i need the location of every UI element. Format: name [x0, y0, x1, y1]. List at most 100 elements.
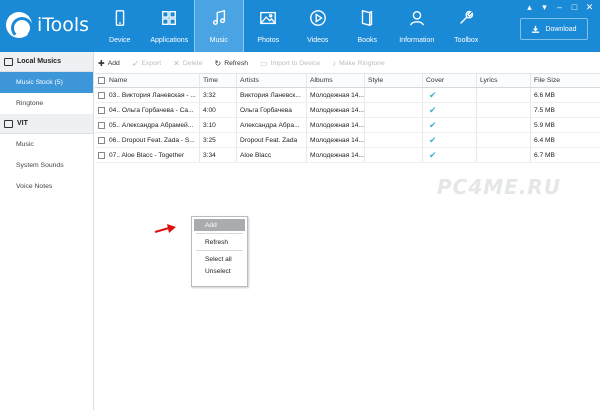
check-icon: ✔ [429, 119, 437, 130]
minimize-icon[interactable]: – [555, 2, 564, 13]
cell-time: 3:25 [203, 136, 216, 144]
nav-toolbox[interactable]: Toolbox [442, 0, 492, 52]
skin-icon[interactable]: ▴ [525, 2, 534, 13]
close-icon[interactable]: ✕ [585, 2, 594, 13]
cell-size: 6.6 MB [534, 91, 555, 99]
cell-name: 05.. Александра Абрамей... [109, 121, 194, 129]
cell-artist: Александра Абра... [240, 121, 300, 129]
column-album[interactable]: Albums [307, 74, 365, 87]
book-icon [357, 8, 377, 28]
column-style[interactable]: Style [365, 74, 423, 87]
nav-label: Information [399, 37, 435, 44]
import-icon: ▭ [260, 58, 268, 68]
cell-time: 3:10 [203, 121, 216, 129]
red-arrow-icon [154, 224, 176, 233]
context-menu-select-all[interactable]: Select all [192, 253, 247, 265]
toolbar: ✚ Add ➶ Export ✕ Delete ↻ Refresh ▭ Impo… [95, 55, 600, 71]
import-label: Import to Device [270, 59, 321, 67]
column-cover[interactable]: Cover [423, 74, 477, 87]
export-label: Export [141, 59, 162, 67]
add-label: Add [107, 59, 120, 67]
row-checkbox[interactable] [98, 91, 105, 99]
computer-icon [4, 57, 13, 66]
nav-label: Toolbox [454, 37, 479, 44]
bell-icon: ♪ [332, 58, 337, 68]
itools-logo-icon [6, 12, 33, 39]
cell-time: 3:32 [203, 91, 216, 99]
maximize-icon[interactable]: □ [570, 2, 579, 13]
row-checkbox[interactable] [98, 121, 105, 129]
column-name[interactable]: Name [95, 74, 200, 87]
add-button[interactable]: ✚ Add [98, 59, 120, 68]
nav-label: Videos [307, 37, 329, 44]
sidebar-section-vit[interactable]: VIT [0, 114, 93, 134]
cell-name: 07.. Aloe Blacc - Together [109, 151, 185, 159]
check-icon: ✔ [429, 149, 437, 160]
row-checkbox[interactable] [98, 151, 105, 159]
cell-album: Молодежная 14... [310, 91, 364, 99]
context-menu-add[interactable]: Add [194, 219, 245, 231]
table-row[interactable]: 04.. Ольга Горбачева - Са... 4:00 Ольга … [95, 103, 600, 118]
column-label: Time [203, 77, 218, 84]
column-time[interactable]: Time [200, 74, 237, 87]
sidebar-item-label: Voice Notes [16, 183, 53, 190]
sidebar-item-label: Music Stock (5) [16, 79, 63, 86]
refresh-icon: ↻ [214, 58, 222, 68]
cell-size: 7.5 MB [534, 106, 555, 114]
table-row[interactable]: 07.. Aloe Blacc - Together 3:34 Aloe Bla… [95, 148, 600, 163]
nav-label: Applications [150, 37, 189, 44]
import-to-device-button[interactable]: ▭ Import to Device [260, 59, 320, 68]
cell-size: 6.7 MB [534, 151, 555, 159]
section-title: VIT [17, 120, 28, 127]
table-row[interactable]: 05.. Александра Абрамей... 3:10 Александ… [95, 118, 600, 133]
refresh-label: Refresh [224, 59, 249, 67]
nav-device[interactable]: Device [95, 0, 145, 52]
nav-label: Photos [257, 37, 280, 44]
column-label: Name [109, 77, 128, 84]
cell-name: 06.. Dropout Feat. Zada - S... [109, 136, 195, 144]
context-menu-unselect[interactable]: Unselect [192, 265, 247, 277]
column-file-size[interactable]: File Size [531, 74, 591, 87]
check-icon: ✔ [429, 104, 437, 115]
table-row[interactable]: 06.. Dropout Feat. Zada - S... 3:25 Drop… [95, 133, 600, 148]
export-button[interactable]: ➶ Export [132, 59, 161, 68]
nav-information[interactable]: Information [392, 0, 442, 52]
table-header: Name Time Artists Albums Style Cover Lyr… [95, 73, 600, 88]
sidebar-item-ringtone[interactable]: Ringtone [0, 93, 93, 114]
nav-music[interactable]: Music [194, 0, 244, 52]
column-lyrics[interactable]: Lyrics [477, 74, 531, 87]
column-label: Albums [310, 77, 333, 84]
row-checkbox[interactable] [98, 136, 105, 144]
cell-artist: Aloe Blacc [240, 151, 272, 159]
sidebar-item-system-sounds[interactable]: System Sounds [0, 155, 93, 176]
sidebar-item-music[interactable]: Music [0, 134, 93, 155]
make-ringtone-button[interactable]: ♪ Make Ringtone [332, 59, 385, 68]
column-artist[interactable]: Artists [237, 74, 307, 87]
wrench-icon [456, 8, 476, 28]
select-all-checkbox[interactable] [98, 77, 105, 84]
nav-applications[interactable]: Applications [145, 0, 195, 52]
refresh-button[interactable]: ↻ Refresh [215, 59, 249, 68]
column-label: Cover [426, 77, 445, 84]
download-button[interactable]: Download [520, 18, 588, 40]
main-nav: Device Applications Music Photos Videos [95, 0, 491, 52]
menu-divider [196, 250, 243, 251]
grid-icon [159, 8, 179, 28]
nav-books[interactable]: Books [343, 0, 393, 52]
delete-button[interactable]: ✕ Delete [173, 59, 202, 68]
nav-photos[interactable]: Photos [244, 0, 294, 52]
table-row[interactable]: 03.. Виктория Ланевская - ... 3:32 Викто… [95, 88, 600, 103]
sidebar-item-music-stock[interactable]: Music Stock (5) [0, 72, 93, 93]
delete-label: Delete [182, 59, 203, 67]
menu-icon[interactable]: ▾ [540, 2, 549, 13]
nav-label: Music [209, 37, 228, 44]
nav-videos[interactable]: Videos [293, 0, 343, 52]
context-menu-refresh[interactable]: Refresh [192, 236, 247, 248]
row-checkbox[interactable] [98, 106, 105, 114]
column-label: Artists [240, 77, 259, 84]
sidebar-section-local-musics[interactable]: Local Musics [0, 52, 93, 72]
sidebar-item-voice-notes[interactable]: Voice Notes [0, 176, 93, 197]
cell-album: Молодежная 14... [310, 136, 364, 144]
ringtone-label: Make Ringtone [339, 59, 385, 67]
device-icon [4, 119, 13, 128]
